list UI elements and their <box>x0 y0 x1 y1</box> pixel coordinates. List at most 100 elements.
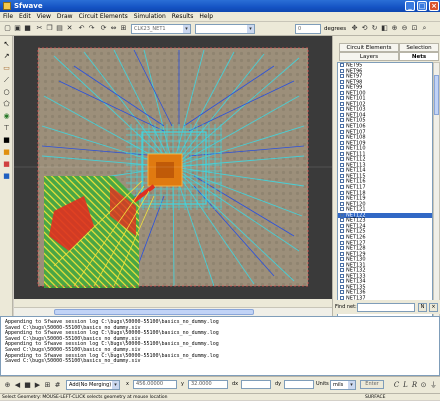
select-edge-icon[interactable]: ↗ <box>2 52 11 61</box>
net-visibility-checkbox[interactable] <box>340 173 344 178</box>
net-visibility-checkbox[interactable] <box>340 229 344 234</box>
mode-combo[interactable]: Add(No Merging) ▾ <box>66 380 120 390</box>
net-visibility-checkbox[interactable] <box>340 74 344 79</box>
net-visibility-checkbox[interactable] <box>340 201 344 206</box>
redo-icon[interactable]: ↷ <box>87 24 96 33</box>
menu-simulation[interactable]: Simulation <box>131 12 169 22</box>
net-visibility-checkbox[interactable] <box>340 118 344 123</box>
net-visibility-checkbox[interactable] <box>340 135 344 140</box>
menu-file[interactable]: File <box>0 12 16 22</box>
net-visibility-checkbox[interactable] <box>340 234 344 239</box>
zoom-in-icon[interactable]: ⊕ <box>390 24 399 33</box>
view-3d-icon[interactable]: ◧ <box>380 24 389 33</box>
menu-draw[interactable]: Draw <box>54 12 76 22</box>
refresh-icon[interactable]: ↻ <box>370 24 379 33</box>
net-visibility-checkbox[interactable] <box>340 146 344 151</box>
tab-selection[interactable]: Selection <box>399 43 439 52</box>
save-icon[interactable]: ■ <box>23 24 32 33</box>
prev-icon[interactable]: ◀ <box>13 381 22 390</box>
clear-find-button[interactable]: × <box>429 303 438 312</box>
layer-red-icon[interactable]: ■ <box>2 160 11 169</box>
net-visibility-checkbox[interactable] <box>340 68 344 73</box>
minimize-button[interactable]: _ <box>405 1 415 11</box>
net-visibility-checkbox[interactable] <box>340 273 344 278</box>
zoom-window-icon[interactable]: ⌕ <box>420 24 429 33</box>
find-net-button[interactable]: N <box>418 303 427 312</box>
open-folder-icon[interactable]: ▣ <box>13 24 22 33</box>
zoom-fit-icon[interactable]: ⊡ <box>410 24 419 33</box>
layer-orange-icon[interactable]: ■ <box>2 148 11 157</box>
net-visibility-checkbox[interactable] <box>340 140 344 145</box>
net-visibility-checkbox[interactable] <box>340 223 344 228</box>
layout-canvas[interactable] <box>14 36 332 299</box>
net-visibility-checkbox[interactable] <box>340 107 344 112</box>
layer-blue-icon[interactable]: ■ <box>2 172 11 181</box>
resistor-element-icon[interactable]: R <box>410 381 419 390</box>
draw-trace-icon[interactable]: ⟋ <box>2 76 11 85</box>
stop-icon[interactable]: ■ <box>23 381 32 390</box>
copy-icon[interactable]: ❐ <box>45 24 54 33</box>
net-visibility-checkbox[interactable] <box>340 251 344 256</box>
net-visibility-checkbox[interactable] <box>340 96 344 101</box>
net-visibility-checkbox[interactable] <box>340 90 344 95</box>
tab-nets[interactable]: Nets <box>399 52 439 61</box>
next-icon[interactable]: ▶ <box>33 381 42 390</box>
align-icon[interactable]: ⊞ <box>119 24 128 33</box>
net-visibility-checkbox[interactable] <box>340 112 344 117</box>
rotate-view-icon[interactable]: ⟲ <box>360 24 369 33</box>
net-visibility-checkbox[interactable] <box>340 101 344 106</box>
enter-button[interactable]: Enter <box>360 380 384 389</box>
net-visibility-checkbox[interactable] <box>340 157 344 162</box>
new-file-icon[interactable]: ▢ <box>3 24 12 33</box>
layer-combo[interactable]: ▾ <box>195 24 255 34</box>
net-visibility-checkbox[interactable] <box>340 129 344 134</box>
net-visibility-checkbox[interactable] <box>340 240 344 245</box>
units-combo[interactable]: mils ▾ <box>330 380 356 390</box>
dy-field[interactable] <box>284 380 314 389</box>
pan-icon[interactable]: ✥ <box>350 24 359 33</box>
horizontal-scroll-thumb[interactable] <box>54 309 254 315</box>
net-visibility-checkbox[interactable] <box>340 168 344 173</box>
tab-layers[interactable]: Layers <box>339 52 399 61</box>
net-visibility-checkbox[interactable] <box>340 218 344 223</box>
net-visibility-checkbox[interactable] <box>340 262 344 267</box>
via-icon[interactable]: ◉ <box>2 112 11 121</box>
menu-circuit-elements[interactable]: Circuit Elements <box>76 12 131 22</box>
snap-icon[interactable]: ⊞ <box>43 381 52 390</box>
delete-icon[interactable]: ✕ <box>65 24 74 33</box>
menu-results[interactable]: Results <box>169 12 197 22</box>
close-button[interactable]: × <box>429 1 439 11</box>
net-visibility-checkbox[interactable] <box>340 162 344 167</box>
net-visibility-checkbox[interactable] <box>340 268 344 273</box>
dx-field[interactable] <box>241 380 271 389</box>
net-visibility-checkbox[interactable] <box>340 79 344 84</box>
net-visibility-checkbox[interactable] <box>340 190 344 195</box>
net-list-scrollbar[interactable] <box>433 62 440 326</box>
undo-icon[interactable]: ↶ <box>77 24 86 33</box>
net-visibility-checkbox[interactable] <box>340 63 344 67</box>
ground-element-icon[interactable]: ⏚ <box>429 381 438 390</box>
y-field[interactable]: 32.0000 <box>188 380 228 389</box>
layer-black-icon[interactable]: ■ <box>2 136 11 145</box>
net-visibility-checkbox[interactable] <box>340 179 344 184</box>
rotate-icon[interactable]: ⟳ <box>99 24 108 33</box>
maximize-button[interactable]: □ <box>417 1 427 11</box>
tab-circuit-elements[interactable]: Circuit Elements <box>339 43 399 52</box>
net-visibility-checkbox[interactable] <box>340 257 344 262</box>
cut-icon[interactable]: ✂ <box>35 24 44 33</box>
port-icon[interactable]: ⊤ <box>2 124 11 133</box>
menu-help[interactable]: Help <box>196 12 216 22</box>
net-visibility-checkbox[interactable] <box>340 212 344 217</box>
paste-icon[interactable]: ▤ <box>55 24 64 33</box>
angle-field[interactable]: 0 <box>295 24 321 34</box>
net-visibility-checkbox[interactable] <box>340 185 344 190</box>
console-log[interactable]: Appending to Sfwave session log C:\bugs\… <box>0 316 440 376</box>
net-list-scroll-thumb[interactable] <box>434 75 439 115</box>
mirror-icon[interactable]: ⇔ <box>109 24 118 33</box>
select-arrow-icon[interactable]: ↖ <box>2 40 11 49</box>
net-visibility-checkbox[interactable] <box>340 246 344 251</box>
draw-polygon-icon[interactable]: ⬠ <box>2 100 11 109</box>
grid-icon[interactable]: # <box>53 381 62 390</box>
net-visibility-checkbox[interactable] <box>340 207 344 212</box>
net-visibility-checkbox[interactable] <box>340 284 344 289</box>
